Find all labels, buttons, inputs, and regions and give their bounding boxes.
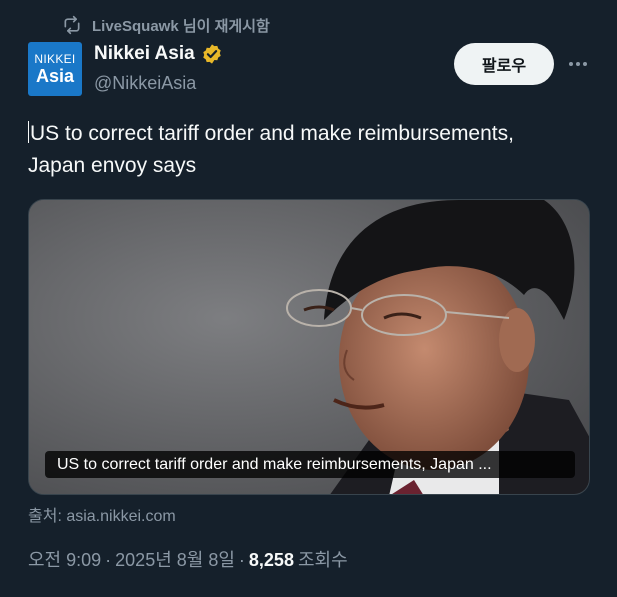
tweet-text: US to correct tariff order and make reim… xyxy=(28,118,598,182)
tweet-time[interactable]: 오전 9:09 xyxy=(28,546,101,572)
article-source-link[interactable]: 출처: asia.nikkei.com xyxy=(28,502,176,526)
repost-label: LiveSquawk 님이 재게시함 xyxy=(92,17,270,35)
tweet-meta: 오전 9:09 · 2025년 8월 8일 · 8,258 조회수 xyxy=(28,546,348,572)
tweet-text-line-1: US to correct tariff order and make reim… xyxy=(30,122,514,145)
more-options-icon[interactable] xyxy=(562,50,594,78)
avatar-text-top: NIKKEI xyxy=(34,51,76,66)
tweet-date[interactable]: 2025년 8월 8일 xyxy=(115,546,235,572)
follow-button[interactable]: 팔로우 xyxy=(454,43,554,85)
avatar[interactable]: NIKKEI Asia xyxy=(28,42,82,96)
avatar-text-bottom: Asia xyxy=(35,65,75,86)
verified-badge-icon[interactable] xyxy=(201,43,223,65)
tweet-detail: LiveSquawk 님이 재게시함 NIKKEI Asia Nikkei As… xyxy=(0,0,617,597)
media-card[interactable]: US to correct tariff order and make reim… xyxy=(28,199,590,495)
meta-separator: · xyxy=(238,550,245,570)
author-handle[interactable]: @NikkeiAsia xyxy=(94,73,223,94)
meta-separator: · xyxy=(105,550,112,570)
author-name[interactable]: Nikkei Asia xyxy=(94,43,195,65)
repost-icon xyxy=(64,15,80,35)
view-count-label: 조회수 xyxy=(297,550,348,570)
media-caption: US to correct tariff order and make reim… xyxy=(45,451,575,478)
repost-indicator[interactable]: LiveSquawk 님이 재게시함 xyxy=(62,14,270,36)
author-info: Nikkei Asia @NikkeiAsia xyxy=(94,43,223,94)
view-count: 8,258 xyxy=(248,550,294,570)
tweet-text-line-2: Japan envoy says xyxy=(28,154,197,177)
